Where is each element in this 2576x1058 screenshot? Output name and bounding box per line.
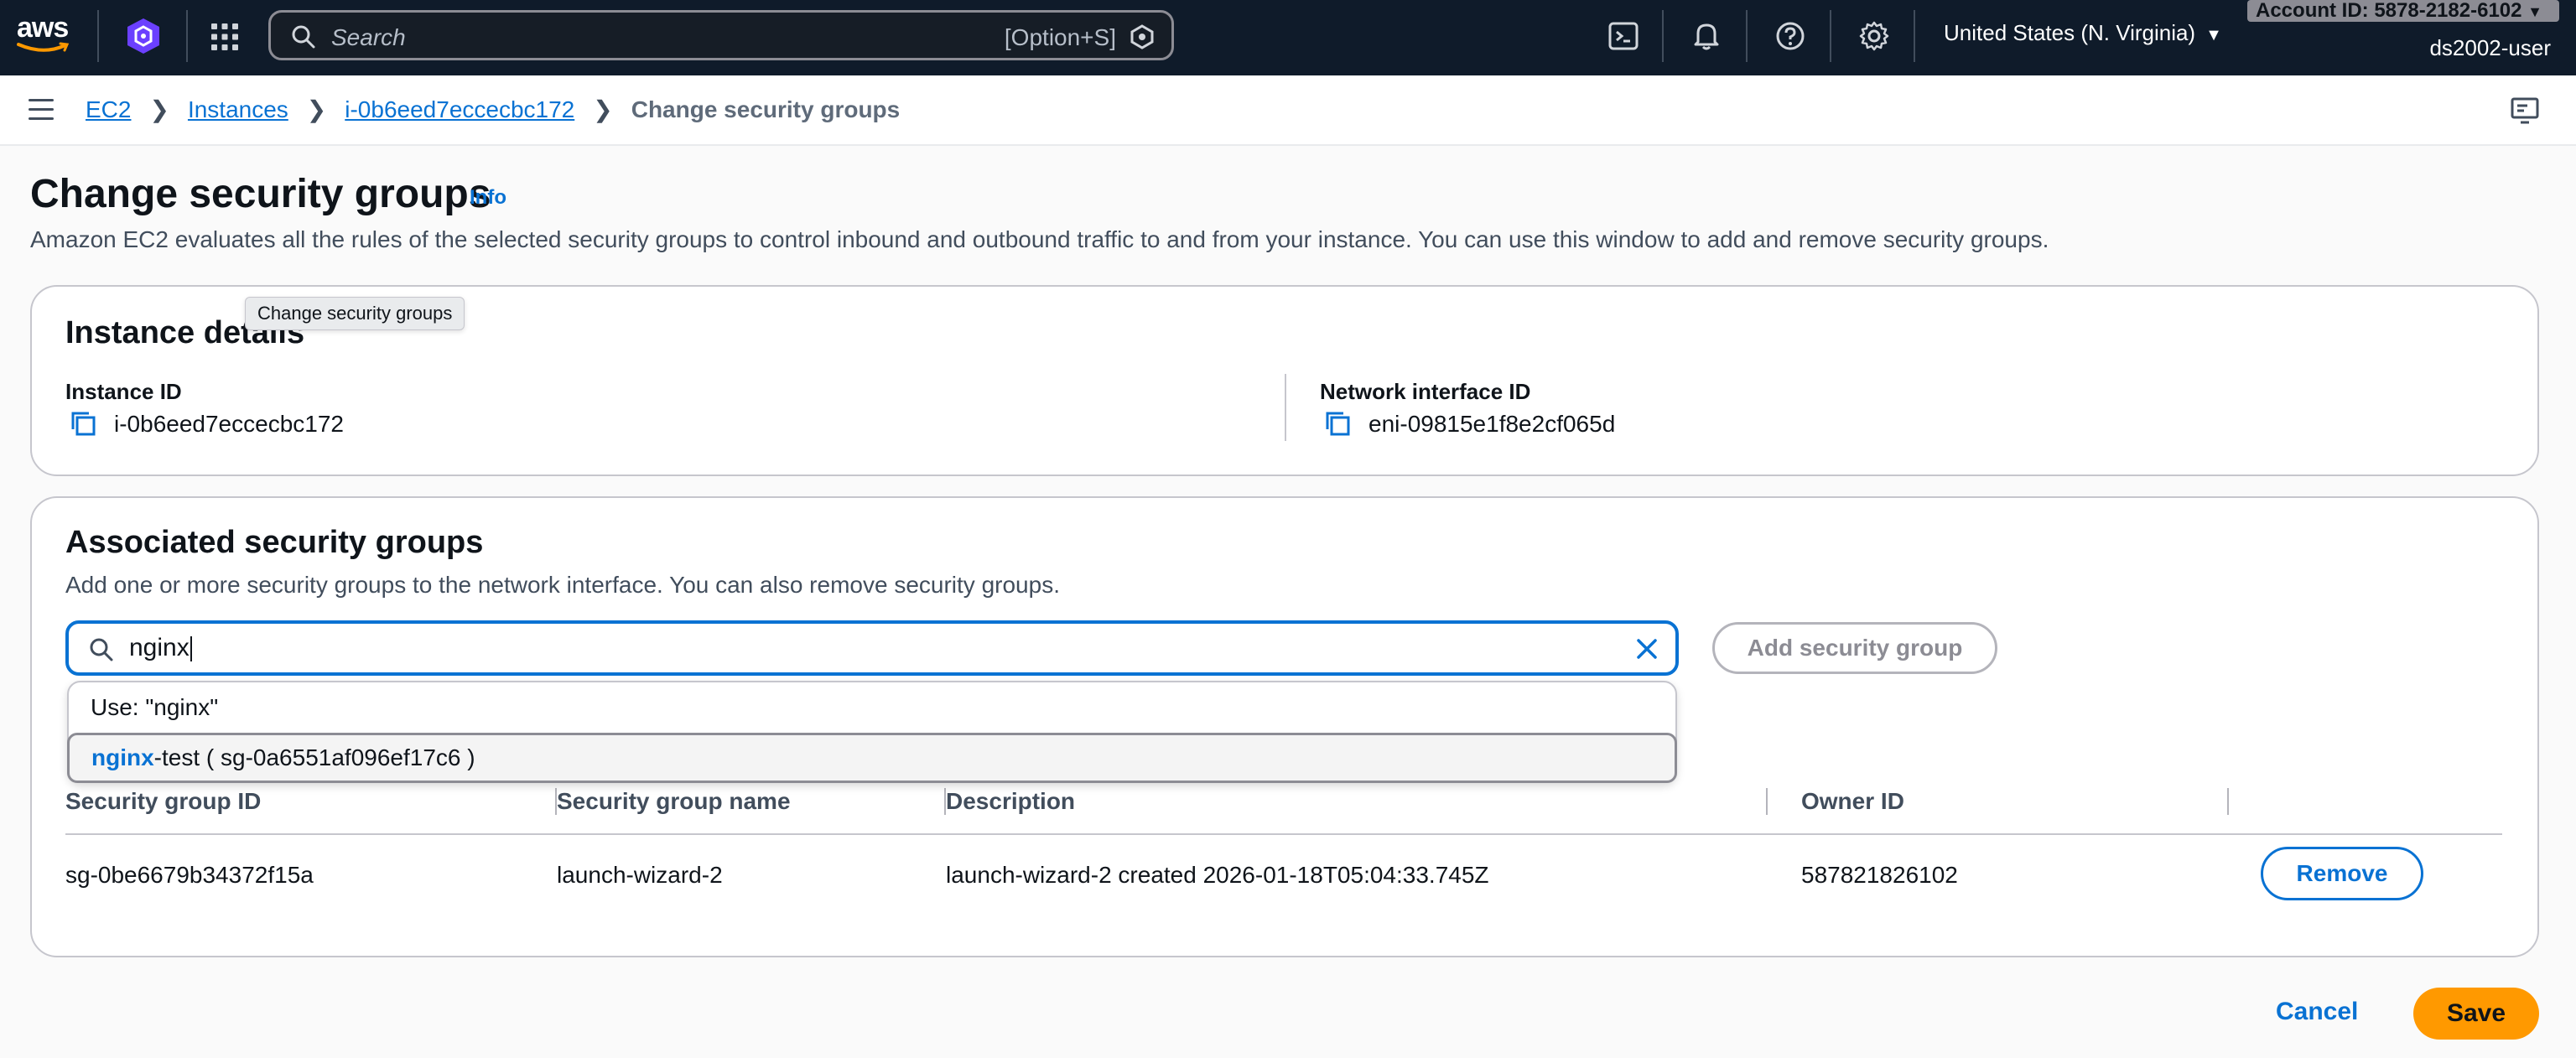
column-header-owner-id: Owner ID [1801,788,1904,814]
breadcrumb-instances[interactable]: Instances [188,96,288,123]
clear-icon[interactable] [1633,635,1660,662]
notifications-bell-icon[interactable] [1689,18,1724,54]
amazon-q-icon[interactable] [1130,24,1155,49]
search-placeholder: Search [331,24,406,50]
cell-owner-id: 587821826102 [1801,862,1958,888]
column-divider [1285,374,1286,441]
breadcrumb-current: Change security groups [631,96,901,122]
main-content: Change security groups Info Amazon EC2 e… [0,146,2576,1058]
cancel-button[interactable]: Cancel [2276,998,2358,1026]
caret-down-icon: ▼ [2205,26,2222,44]
header-divider [65,833,2502,835]
remove-button[interactable]: Remove [2261,847,2423,900]
column-divider[interactable] [1766,788,1768,815]
page-title: Change security groups [30,172,491,216]
service-hex-icon[interactable] [124,17,163,55]
instance-id-value: i-0b6eed7eccecbc172 [69,409,344,439]
cell-description: launch-wizard-2 created 2026-01-18T05:04… [946,862,1489,888]
column-divider[interactable] [2227,788,2229,815]
security-group-suggestion[interactable]: nginx-test ( sg-0a6551af096ef17c6 ) [67,733,1677,783]
instance-id-label: Instance ID [65,379,182,404]
display-preferences-icon[interactable] [2509,94,2542,127]
network-interface-id-value: eni-09815e1f8e2cf065d [1323,409,1615,439]
account-id-badge[interactable]: Account ID: 5878-2182-6102 ▼ [2247,0,2559,22]
chevron-right-icon: ❯ [306,96,327,122]
instance-id: i-0b6eed7eccecbc172 [114,411,344,437]
aws-logo[interactable]: aws [17,13,74,60]
cell-security-group-name: launch-wizard-2 [557,862,723,888]
autosuggest-dropdown: Use: "nginx" nginx-test ( sg-0a6551af096… [67,681,1677,783]
aws-logo-text: aws [17,12,69,44]
breadcrumb-ec2[interactable]: EC2 [86,96,131,123]
cell-security-group-id: sg-0be6679b34372f15a [65,862,314,888]
column-header-description: Description [946,788,1076,814]
nav-divider [186,10,188,62]
breadcrumb-bar: EC2 ❯ Instances ❯ i-0b6eed7eccecbc172 ❯ … [0,75,2576,146]
caret-down-icon: ▼ [2527,3,2542,20]
apps-grid-icon[interactable] [208,20,242,54]
nav-divider [1662,10,1664,62]
breadcrumb-instance-id[interactable]: i-0b6eed7eccecbc172 [345,96,574,123]
network-interface-id-label: Network interface ID [1320,379,1531,404]
global-search[interactable]: Search [Option+S] [268,10,1174,60]
nav-divider [1746,10,1748,62]
region-selector[interactable]: United States (N. Virginia) ▼ [1944,20,2222,46]
copy-icon[interactable] [1323,409,1353,439]
security-groups-heading: Associated security groups [65,525,484,560]
cloudshell-icon[interactable] [1607,18,1642,54]
hamburger-menu-icon[interactable] [29,99,54,120]
breadcrumb: EC2 ❯ Instances ❯ i-0b6eed7eccecbc172 ❯ … [86,96,900,123]
aws-smile-icon [17,42,70,52]
use-entered-value-option[interactable]: Use: "nginx" [69,682,1675,733]
chevron-right-icon: ❯ [149,96,169,122]
search-shortcut: [Option+S] [1004,24,1116,50]
column-header-security-group-name: Security group name [557,788,791,814]
search-input-value: nginx [129,634,192,662]
security-groups-description: Add one or more security groups to the n… [65,572,1060,598]
nav-divider [1914,10,1915,62]
search-icon [292,25,315,49]
help-icon[interactable] [1773,18,1808,54]
copy-icon[interactable] [69,409,99,439]
search-icon [90,638,113,661]
nav-divider [1830,10,1831,62]
user-menu[interactable]: ds2002-user [2429,35,2551,61]
info-link[interactable]: Info [470,186,506,210]
page-description: Amazon EC2 evaluates all the rules of th… [30,226,2049,252]
top-navigation: aws Search [Option+S] United States (N. … [0,0,2576,75]
account-id: Account ID: 5878-2182-6102 [2256,0,2522,22]
network-interface-id: eni-09815e1f8e2cf065d [1368,411,1616,437]
nav-divider [97,10,99,62]
security-group-search-input[interactable]: nginx [65,620,1679,676]
region-label: United States (N. Virginia) [1944,20,2196,45]
save-button[interactable]: Save [2413,988,2539,1040]
column-header-security-group-id: Security group ID [65,788,262,814]
add-security-group-button[interactable]: Add security group [1712,622,1997,674]
settings-gear-icon[interactable] [1857,18,1892,54]
chevron-right-icon: ❯ [593,96,613,122]
tooltip: Change security groups [245,297,465,330]
security-groups-panel: Associated security groups Add one or mo… [30,496,2539,957]
